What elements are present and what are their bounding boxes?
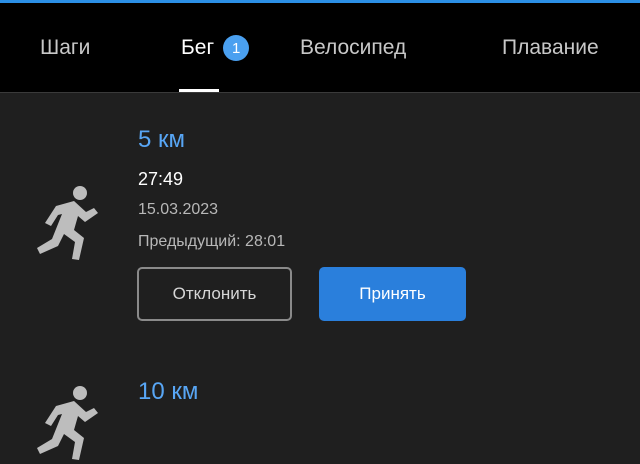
- tab-cycling-label: Велосипед: [300, 36, 407, 59]
- previous-record: Предыдущий: 28:01: [138, 233, 286, 250]
- records-list: 5 км 27:49 15.03.2023 Предыдущий: 28:01 …: [0, 94, 640, 460]
- decline-button[interactable]: Отклонить: [137, 267, 292, 321]
- running-person-icon: [37, 386, 98, 460]
- sport-tab-bar: Шаги Бег 1 Велосипед Плавание: [0, 3, 640, 93]
- tab-steps[interactable]: Шаги: [40, 3, 90, 93]
- running-person-icon: [37, 186, 98, 260]
- decline-button-label: Отклонить: [172, 284, 257, 303]
- tab-swimming-label: Плавание: [502, 36, 599, 59]
- record-time: 27:49: [138, 169, 184, 189]
- tab-swimming[interactable]: Плавание: [502, 3, 599, 93]
- active-tab-indicator: [179, 89, 219, 92]
- record-date: 15.03.2023: [138, 201, 219, 218]
- tab-cycling[interactable]: Велосипед: [300, 3, 406, 93]
- notification-badge: 1: [223, 35, 250, 61]
- record-distance-link[interactable]: 10 км: [138, 378, 198, 406]
- tab-steps-label: Шаги: [40, 36, 91, 59]
- accept-button[interactable]: Принять: [319, 267, 466, 321]
- tab-running-label: Бег: [181, 36, 215, 59]
- record-distance-link[interactable]: 5 км: [138, 126, 185, 154]
- tab-running[interactable]: Бег 1: [181, 3, 250, 93]
- accept-button-label: Принять: [359, 284, 426, 303]
